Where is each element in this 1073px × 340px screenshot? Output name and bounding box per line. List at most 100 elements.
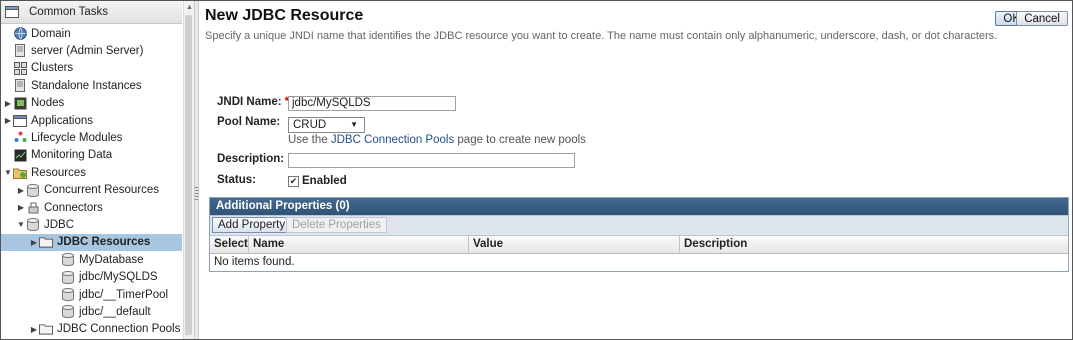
- scroll-up-arrow-icon[interactable]: ▲: [186, 4, 193, 11]
- tree-node-label: jdbc/__TimerPool: [79, 288, 169, 301]
- monitoring-icon: [13, 149, 27, 162]
- tree-node[interactable]: ▶ JDBC Connection Pools: [1, 321, 182, 338]
- scroll-thumb[interactable]: [185, 15, 192, 335]
- tree-node[interactable]: MyDatabase: [1, 251, 182, 268]
- common-tasks-icon: [5, 6, 19, 19]
- tree-node-label: Concurrent Resources: [44, 184, 160, 197]
- pane-splitter[interactable]: [194, 1, 199, 339]
- jdbc-connection-pools-link[interactable]: JDBC Connection Pools: [331, 134, 454, 146]
- column-name[interactable]: Name: [249, 236, 469, 253]
- tree-node-label: Monitoring Data: [31, 149, 113, 162]
- expand-arrow-right-icon[interactable]: ▶: [16, 186, 26, 195]
- expand-arrow-right-icon[interactable]: ▶: [3, 99, 13, 108]
- page-title: New JDBC Resource: [205, 7, 364, 24]
- tree-node[interactable]: Monitoring Data: [1, 147, 182, 164]
- server-icon: [13, 44, 27, 58]
- main-content: New JDBC Resource Specify a unique JNDI …: [205, 1, 1072, 339]
- status-label: Status:: [217, 174, 256, 186]
- tree-node[interactable]: ▼ Resources: [1, 164, 182, 181]
- tree-node-label: JDBC: [44, 218, 75, 231]
- description-input[interactable]: [288, 153, 575, 168]
- tree-node[interactable]: ▶ Applications: [1, 112, 182, 129]
- tree-node[interactable]: ▶ Connectors: [1, 199, 182, 216]
- resources-icon: [13, 166, 27, 180]
- navigation-tree: Common Tasks Domain server (Admin Server)…: [1, 1, 182, 339]
- tree-node[interactable]: ▶ Concurrent Resources: [1, 182, 182, 199]
- database-icon: [26, 183, 40, 197]
- tree-node-label: JDBC Resources: [57, 236, 151, 249]
- database-icon: [61, 270, 75, 284]
- app-frame: Common Tasks Domain server (Admin Server)…: [0, 0, 1073, 340]
- properties-toolbar: Add Property Delete Properties: [210, 215, 1068, 236]
- tree-node[interactable]: Lifecycle Modules: [1, 129, 182, 146]
- table-header: Select Name Value Description: [210, 236, 1068, 254]
- add-property-button[interactable]: Add Property: [212, 217, 292, 233]
- tree-node-label: Resources: [31, 166, 86, 179]
- expand-arrow-right-icon[interactable]: ▶: [29, 325, 39, 334]
- expand-arrow-right-icon[interactable]: ▶: [29, 238, 39, 247]
- expand-arrow-down-icon[interactable]: ▼: [16, 220, 26, 229]
- pool-name-label: Pool Name:: [217, 116, 281, 128]
- clusters-icon: [13, 61, 27, 75]
- jndi-name-label: JNDI Name: *: [217, 96, 289, 108]
- tree-node[interactable]: ▶ JDBC Resources: [1, 233, 182, 251]
- tree-node-label: jdbc/MySQLDS: [79, 271, 158, 284]
- tree-node-label: Nodes: [31, 97, 65, 110]
- database-icon: [61, 288, 75, 301]
- pool-hint-prefix: Use the: [288, 134, 331, 146]
- enabled-label: Enabled: [302, 175, 347, 187]
- tree-node-label: Applications: [31, 114, 94, 127]
- expand-arrow-right-icon[interactable]: ▶: [3, 116, 13, 125]
- folder-icon: [39, 323, 53, 336]
- tree-node[interactable]: Standalone Instances: [1, 77, 182, 94]
- expand-arrow-right-icon[interactable]: ▶: [16, 203, 26, 212]
- pool-hint-suffix: page to create new pools: [454, 134, 586, 146]
- tree-node-label: jdbc/__default: [79, 305, 151, 318]
- column-select[interactable]: Select: [210, 236, 249, 253]
- common-tasks-header[interactable]: Common Tasks: [1, 1, 182, 24]
- cancel-button[interactable]: Cancel: [1016, 11, 1068, 26]
- tree-node-label: server (Admin Server): [31, 44, 144, 57]
- tree-node[interactable]: jdbc/__default: [1, 303, 182, 320]
- tree-node[interactable]: jdbc/MySQLDS: [1, 269, 182, 286]
- database-icon: [61, 253, 75, 267]
- jndi-name-label-text: JNDI Name:: [217, 96, 282, 108]
- tree-node[interactable]: jdbc/__TimerPool: [1, 286, 182, 303]
- database-icon: [26, 218, 40, 232]
- tree-node[interactable]: Clusters: [1, 60, 182, 77]
- tree-node-label: Clusters: [31, 62, 74, 75]
- tree-node[interactable]: ▶ Nodes: [1, 95, 182, 112]
- delete-properties-button[interactable]: Delete Properties: [286, 217, 387, 233]
- database-icon: [61, 305, 75, 319]
- pool-hint: Use the JDBC Connection Pools page to cr…: [288, 134, 586, 146]
- tree-node-label: Lifecycle Modules: [31, 131, 123, 144]
- enabled-checkbox[interactable]: ✔: [288, 176, 299, 187]
- server-icon: [13, 79, 27, 93]
- tree-scrollbar[interactable]: ▲: [183, 1, 194, 339]
- expand-arrow-down-icon[interactable]: ▼: [3, 168, 13, 177]
- empty-message: No items found.: [214, 256, 295, 268]
- nodes-icon: [13, 97, 27, 110]
- folder-icon: [39, 236, 53, 249]
- additional-properties-table: Additional Properties (0) Add Property D…: [209, 197, 1069, 272]
- common-tasks-label: Common Tasks: [29, 6, 109, 18]
- chevron-down-icon: ▼: [350, 120, 358, 129]
- tree-node-label: Domain: [31, 27, 71, 40]
- jndi-name-input[interactable]: jdbc/MySQLDS: [288, 96, 456, 111]
- tree-node[interactable]: server (Admin Server): [1, 42, 182, 59]
- pool-name-select[interactable]: CRUD ▼: [288, 117, 365, 133]
- properties-title: Additional Properties (0): [210, 198, 1068, 215]
- column-description[interactable]: Description: [680, 236, 1068, 253]
- page-help-text: Specify a unique JNDI name that identifi…: [205, 30, 998, 42]
- tree-node[interactable]: Domain: [1, 25, 182, 42]
- tree-node-label: Standalone Instances: [31, 79, 142, 92]
- description-label: Description:: [217, 153, 285, 165]
- pool-name-selected-value: CRUD: [293, 119, 327, 131]
- splitter-grip-icon[interactable]: [195, 187, 198, 201]
- tree-node[interactable]: ▼ JDBC: [1, 216, 182, 233]
- applications-icon: [13, 114, 27, 127]
- connectors-icon: [26, 201, 40, 214]
- column-value[interactable]: Value: [469, 236, 680, 253]
- tree-node-label: Connectors: [44, 201, 103, 214]
- lifecycle-icon: [13, 131, 27, 144]
